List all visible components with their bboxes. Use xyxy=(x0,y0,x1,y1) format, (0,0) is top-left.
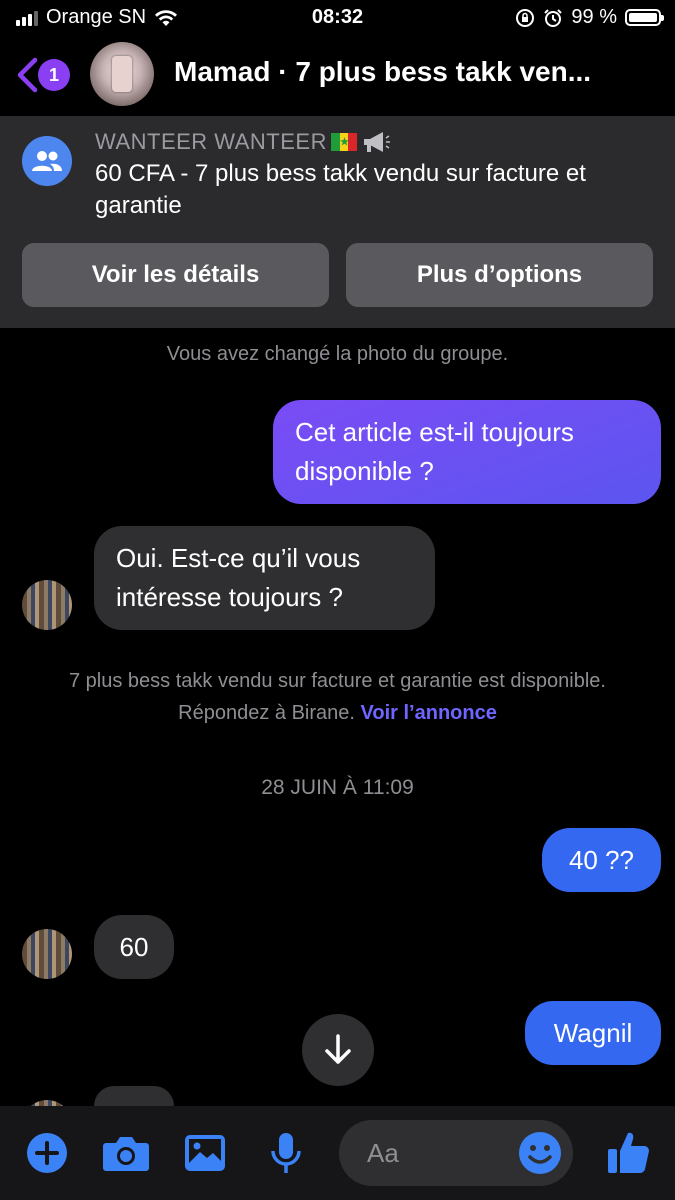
message-input-placeholder: Aa xyxy=(367,1138,399,1168)
alarm-icon xyxy=(544,8,563,27)
system-message-photo: Vous avez changé la photo du groupe. xyxy=(166,343,509,365)
availability-notice: 7 plus bess takk vendu sur facture et ga… xyxy=(50,665,625,729)
message-bubble-outgoing[interactable]: Wagnil xyxy=(525,1001,661,1065)
message-bubble-outgoing[interactable]: Cet article est-il toujours disponible ? xyxy=(273,400,661,504)
view-listing-link[interactable]: Voir l’annonce xyxy=(361,702,497,724)
message-text: Cet article est-il toujours disponible ? xyxy=(295,417,574,486)
microphone-icon xyxy=(271,1133,301,1173)
group-avatar[interactable] xyxy=(90,42,154,106)
message-bubble-incoming[interactable]: Oui. Est-ce qu’il vous intéresse toujour… xyxy=(94,526,435,630)
sender-avatar[interactable] xyxy=(22,580,72,630)
listing-banner: WANTEER WANTEER 60 CFA - 7 plus bess tak… xyxy=(0,116,675,328)
add-button[interactable] xyxy=(26,1132,68,1174)
megaphone-icon xyxy=(363,132,390,152)
rotation-lock-icon xyxy=(516,8,535,27)
sender-avatar[interactable] xyxy=(22,929,72,979)
camera-button[interactable] xyxy=(102,1132,150,1174)
senegal-flag-icon xyxy=(330,133,357,151)
emoji-icon[interactable] xyxy=(517,1130,563,1176)
message-text: 60 xyxy=(119,931,149,962)
battery-percent: 99 % xyxy=(571,6,617,28)
group-icon xyxy=(22,136,72,186)
view-details-button[interactable]: Voir les détails xyxy=(22,243,329,307)
gallery-button[interactable] xyxy=(184,1132,226,1174)
scroll-to-bottom-button[interactable] xyxy=(302,1014,374,1086)
conversation-header: 1 Mamad · 7 plus bess takk ven... xyxy=(0,36,675,116)
status-bar: Orange SN 08:32 99 % xyxy=(0,0,675,36)
message-text: 40 ?? xyxy=(568,844,635,875)
message-composer: Aa xyxy=(0,1106,675,1200)
unread-count-badge: 1 xyxy=(38,59,70,91)
thumbs-up-icon xyxy=(608,1132,650,1174)
listing-description: 60 CFA - 7 plus bess takk vendu sur fact… xyxy=(95,160,586,219)
voice-button[interactable] xyxy=(266,1130,306,1178)
like-button[interactable] xyxy=(605,1128,653,1176)
availability-text: 7 plus bess takk vendu sur facture et ga… xyxy=(69,670,606,724)
message-text: Wagnil xyxy=(553,1017,633,1048)
message-bubble-outgoing[interactable]: 40 ?? xyxy=(542,828,661,892)
message-input[interactable]: Aa xyxy=(339,1120,573,1186)
plus-icon xyxy=(27,1133,67,1173)
image-icon xyxy=(185,1135,225,1171)
conversation-title[interactable]: Mamad · 7 plus bess takk ven... xyxy=(174,56,591,88)
more-options-button[interactable]: Plus d’options xyxy=(346,243,653,307)
message-text: Oui. Est-ce qu’il vous intéresse toujour… xyxy=(116,543,361,612)
chevron-left-icon xyxy=(17,57,38,93)
seller-name: WANTEER WANTEER xyxy=(95,129,327,154)
camera-icon xyxy=(103,1137,149,1171)
arrow-down-icon xyxy=(325,1034,351,1064)
message-bubble-incoming[interactable]: 60 xyxy=(94,915,174,979)
back-button[interactable]: 1 xyxy=(14,56,70,94)
battery-icon xyxy=(625,9,664,26)
date-separator: 28 JUIN À 11:09 xyxy=(261,776,414,799)
